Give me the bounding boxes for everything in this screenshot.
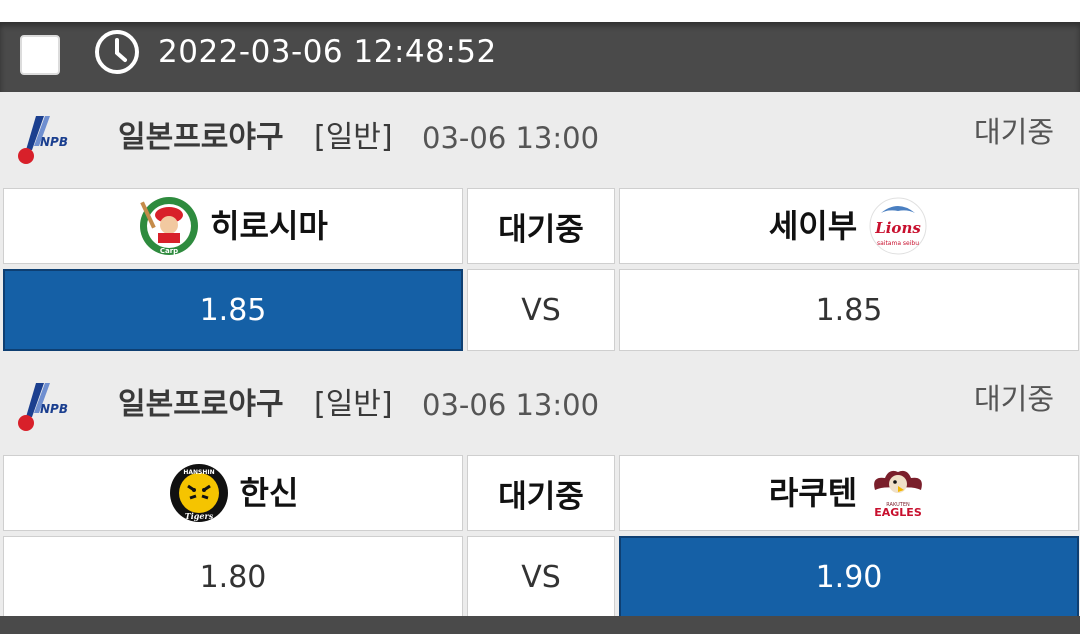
league-row: NPB 일본프로야구 [일반] 03-06 13:00 대기중 xyxy=(0,92,1080,182)
home-odds-button[interactable]: 1.80 xyxy=(3,536,463,618)
clock-icon xyxy=(95,30,139,74)
vs-label: VS xyxy=(521,559,561,595)
npb-logo-icon: NPB xyxy=(18,383,68,431)
svg-text:Carp: Carp xyxy=(160,247,178,255)
match-status: 대기중 xyxy=(498,478,584,515)
bottom-bar xyxy=(0,616,1080,634)
svg-text:saitama seibu: saitama seibu xyxy=(877,240,919,247)
svg-text:NPB: NPB xyxy=(40,135,68,149)
vs-cell: VS xyxy=(467,269,615,351)
home-odds: 1.85 xyxy=(199,292,267,328)
home-team-name: 히로시마 xyxy=(210,207,328,245)
svg-text:NPB: NPB xyxy=(40,402,68,416)
tigers-logo-icon: HANSHIN Tigers xyxy=(169,464,228,522)
game-type: [일반] xyxy=(314,387,393,422)
match-status: 대기중 xyxy=(498,211,584,248)
away-team-cell: 세이부 Lions saitama seibu xyxy=(619,188,1079,264)
home-odds-button[interactable]: 1.85 xyxy=(3,269,463,351)
header-bar: 2022-03-06 12:48:52 xyxy=(0,22,1080,92)
svg-text:EAGLES: EAGLES xyxy=(874,506,922,519)
game-time: 03-06 13:00 xyxy=(422,121,600,155)
league-name: 일본프로야구 xyxy=(118,387,284,422)
game-section-2: NPB 일본프로야구 [일반] 03-06 13:00 대기중 HANSHIN … xyxy=(0,359,1080,634)
game-status: 대기중 xyxy=(973,382,1054,416)
match-status-cell: 대기중 xyxy=(467,455,615,531)
away-team-name: 세이부 xyxy=(768,207,858,245)
game-status: 대기중 xyxy=(973,115,1054,149)
away-odds-button[interactable]: 1.85 xyxy=(619,269,1079,351)
home-team-cell: Carp 히로시마 xyxy=(3,188,463,264)
away-team-name: 라쿠텐 xyxy=(768,474,858,512)
away-odds-button[interactable]: 1.90 xyxy=(619,536,1079,618)
league-row: NPB 일본프로야구 [일반] 03-06 13:00 대기중 xyxy=(0,359,1080,449)
home-team-name: 한신 xyxy=(239,474,299,512)
svg-text:Lions: Lions xyxy=(874,219,921,237)
away-odds: 1.90 xyxy=(815,559,883,595)
away-odds: 1.85 xyxy=(815,292,883,328)
home-odds: 1.80 xyxy=(199,559,267,595)
eagles-logo-icon: RAKUTEN EAGLES xyxy=(874,470,923,519)
game-time: 03-06 13:00 xyxy=(422,388,600,422)
top-strip xyxy=(0,0,1080,22)
league-name: 일본프로야구 xyxy=(118,120,284,155)
home-team-cell: HANSHIN Tigers 한신 xyxy=(3,455,463,531)
current-datetime: 2022-03-06 12:48:52 xyxy=(158,34,497,70)
vs-cell: VS xyxy=(467,536,615,618)
carp-logo-icon: Carp xyxy=(140,197,199,255)
svg-text:Tigers: Tigers xyxy=(184,511,213,521)
lions-logo-icon: Lions saitama seibu xyxy=(869,197,927,255)
game-type: [일반] xyxy=(314,120,393,155)
game-section-1: NPB 일본프로야구 [일반] 03-06 13:00 대기중 Carp 히로시… xyxy=(0,92,1080,367)
match-status-cell: 대기중 xyxy=(467,188,615,264)
away-team-cell: 라쿠텐 RAKUTEN EAGLES xyxy=(619,455,1079,531)
svg-text:HANSHIN: HANSHIN xyxy=(183,469,214,476)
select-checkbox[interactable] xyxy=(20,35,60,75)
npb-logo-icon: NPB xyxy=(18,116,68,164)
vs-label: VS xyxy=(521,292,561,328)
